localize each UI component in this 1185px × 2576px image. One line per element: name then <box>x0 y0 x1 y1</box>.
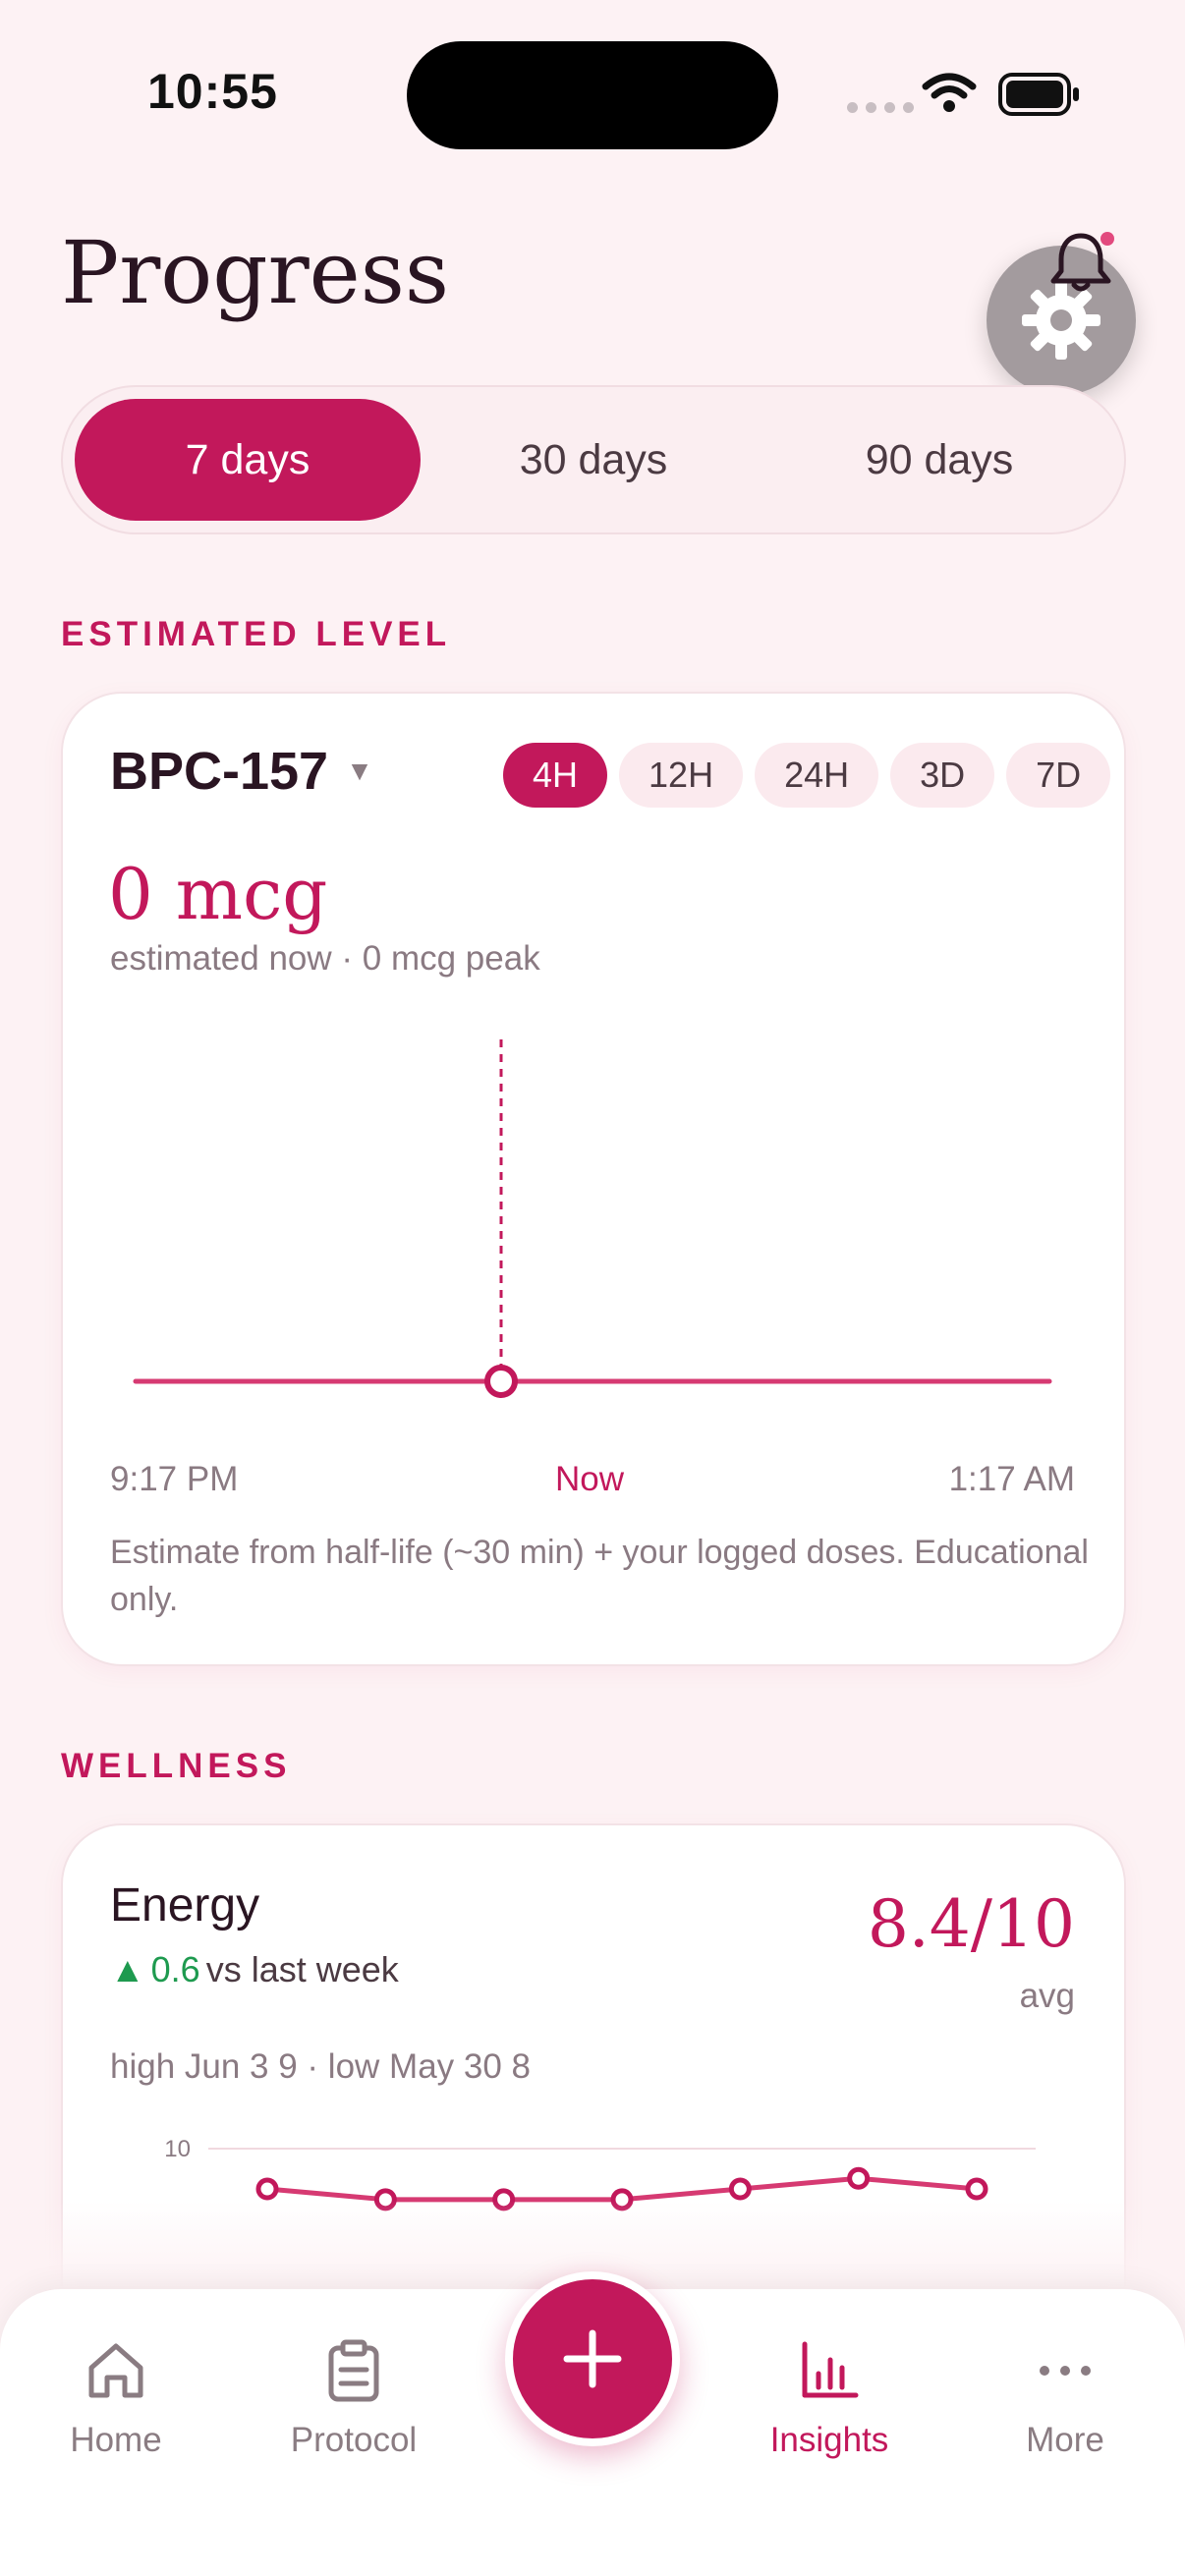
energy-point-6 <box>965 2177 988 2201</box>
metric-name: Energy <box>110 1879 260 1932</box>
tab-protocol[interactable]: Protocol <box>255 2338 452 2460</box>
range-option-90-days[interactable]: 90 days <box>766 399 1112 521</box>
compound-name: BPC-157 <box>110 742 329 801</box>
energy-point-0 <box>255 2177 279 2201</box>
more-dots-icon <box>1040 2366 1091 2376</box>
range-option-30-days[interactable]: 30 days <box>421 399 766 521</box>
compound-selector[interactable]: BPC-157 ▼ <box>110 741 373 802</box>
metric-score: 8.4/10 <box>867 1886 1075 1962</box>
estimated-level-subtitle: estimated now · 0 mcg peak <box>110 939 540 978</box>
estimate-disclaimer: Estimate from half-life (~30 min) + your… <box>110 1534 1089 1618</box>
window-chip-12h[interactable]: 12H <box>619 743 744 808</box>
page-title: Progress <box>61 222 450 323</box>
range-option-7-days[interactable]: 7 days <box>75 399 421 521</box>
trend-up-icon: ▲ <box>110 1949 145 1989</box>
window-chip-24h[interactable]: 24H <box>755 743 879 808</box>
axis-label-start: 9:17 PM <box>110 1460 239 1498</box>
wifi-icon <box>922 73 977 112</box>
axis-label-now: Now <box>555 1460 625 1498</box>
dynamic-island <box>407 41 778 149</box>
energy-point-4 <box>728 2177 752 2201</box>
tab-label-home: Home <box>70 2421 162 2459</box>
window-chip-3d[interactable]: 3D <box>890 743 995 808</box>
time-window-chips: 4H 12H 24H 3D 7D <box>503 743 1111 808</box>
level-chart <box>133 1039 1052 1398</box>
caret-down-icon: ▼ <box>346 756 373 786</box>
metric-high-low: high Jun 3 9 · low May 30 8 <box>110 2047 532 2086</box>
home-icon <box>88 2343 143 2398</box>
section-label-estimated-level: ESTIMATED LEVEL <box>61 615 452 653</box>
section-label-wellness: WELLNESS <box>61 1747 292 1785</box>
delta-value: 0.6 <box>150 1949 200 1989</box>
window-chip-7d[interactable]: 7D <box>1006 743 1111 808</box>
estimated-level-value: 0 mcg <box>108 853 328 935</box>
window-chip-4h[interactable]: 4H <box>503 743 608 808</box>
tab-more[interactable]: More <box>967 2338 1163 2460</box>
tab-insights[interactable]: Insights <box>731 2338 928 2460</box>
metric-score-label: avg <box>1019 1977 1075 2015</box>
bar-chart-icon <box>802 2341 859 2398</box>
battery-icon <box>998 73 1079 116</box>
delta-suffix: vs last week <box>205 1949 399 1989</box>
notification-badge <box>1100 232 1114 246</box>
tab-label-more: More <box>1026 2421 1104 2459</box>
tab-home[interactable]: Home <box>18 2338 214 2460</box>
clipboard-icon <box>328 2339 379 2402</box>
tab-label-insights: Insights <box>769 2421 889 2459</box>
status-time: 10:55 <box>147 64 278 119</box>
range-selector: 7 days 30 days 90 days <box>61 385 1126 534</box>
plus-icon <box>563 2329 622 2388</box>
axis-label-end: 1:17 AM <box>948 1460 1075 1498</box>
y-tick-label: 10 <box>164 2136 191 2162</box>
cellular-signal-icon <box>847 102 914 113</box>
energy-point-5 <box>847 2166 871 2190</box>
now-point <box>484 1365 518 1398</box>
add-dose-button[interactable] <box>505 2271 680 2446</box>
metric-delta: ▲ 0.6 vs last week <box>110 1949 399 1990</box>
tab-label-protocol: Protocol <box>290 2421 418 2459</box>
